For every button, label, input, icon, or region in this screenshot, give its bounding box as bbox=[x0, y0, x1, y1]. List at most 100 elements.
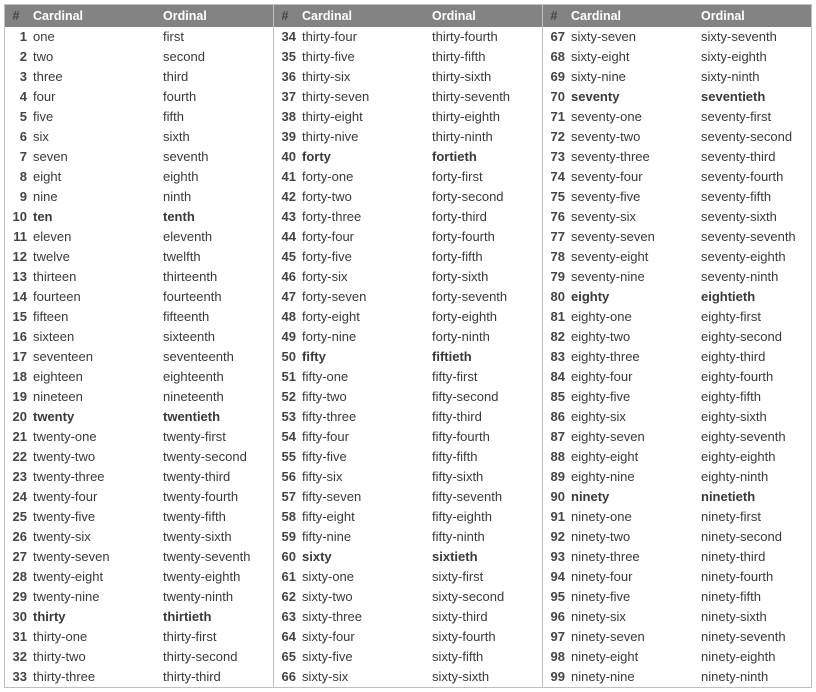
cell-ordinal: eighty-first bbox=[699, 307, 811, 326]
cell-number: 18 bbox=[5, 367, 31, 386]
cell-cardinal: four bbox=[31, 87, 161, 106]
table-row: 89eighty-nineeighty-ninth bbox=[543, 467, 811, 487]
cell-number: 36 bbox=[274, 67, 300, 86]
table-row: 48forty-eightforty-eighth bbox=[274, 307, 542, 327]
cell-cardinal: twenty-eight bbox=[31, 567, 161, 586]
cell-number: 67 bbox=[543, 27, 569, 46]
table-row: 38thirty-eightthirty-eighth bbox=[274, 107, 542, 127]
cell-ordinal: fifteenth bbox=[161, 307, 273, 326]
cell-cardinal: eighty-three bbox=[569, 347, 699, 366]
cell-ordinal: thirty-first bbox=[161, 627, 273, 646]
table-column: #CardinalOrdinal1onefirst2twosecond3thre… bbox=[5, 5, 274, 687]
cell-cardinal: seventy-nine bbox=[569, 267, 699, 286]
table-row: 18eighteeneighteenth bbox=[5, 367, 273, 387]
cell-number: 83 bbox=[543, 347, 569, 366]
cell-cardinal: twelve bbox=[31, 247, 161, 266]
table-row: 96ninety-sixninety-sixth bbox=[543, 607, 811, 627]
cell-cardinal: eighty-nine bbox=[569, 467, 699, 486]
cell-number: 24 bbox=[5, 487, 31, 506]
cell-cardinal: fourteen bbox=[31, 287, 161, 306]
table-row: 46forty-sixforty-sixth bbox=[274, 267, 542, 287]
cell-cardinal: ninety-nine bbox=[569, 667, 699, 686]
cell-number: 7 bbox=[5, 147, 31, 166]
cell-number: 32 bbox=[5, 647, 31, 666]
table-row: 45forty-fiveforty-fifth bbox=[274, 247, 542, 267]
table-row: 94ninety-fourninety-fourth bbox=[543, 567, 811, 587]
cell-ordinal: fifty-fifth bbox=[430, 447, 542, 466]
cell-number: 10 bbox=[5, 207, 31, 226]
cell-ordinal: fifty-second bbox=[430, 387, 542, 406]
table-column: #CardinalOrdinal67sixty-sevensixty-seven… bbox=[543, 5, 811, 687]
cell-number: 89 bbox=[543, 467, 569, 486]
cell-ordinal: sixty-ninth bbox=[699, 67, 811, 86]
cell-number: 85 bbox=[543, 387, 569, 406]
cell-number: 71 bbox=[543, 107, 569, 126]
cell-number: 3 bbox=[5, 67, 31, 86]
cell-ordinal: forty-first bbox=[430, 167, 542, 186]
header-num: # bbox=[5, 5, 31, 27]
cell-number: 11 bbox=[5, 227, 31, 246]
table-row: 98ninety-eightninety-eighth bbox=[543, 647, 811, 667]
cell-cardinal: fifty-two bbox=[300, 387, 430, 406]
table-row: 66sixty-sixsixty-sixth bbox=[274, 667, 542, 687]
cell-ordinal: seventy-seventh bbox=[699, 227, 811, 246]
cell-ordinal: thirty-sixth bbox=[430, 67, 542, 86]
cell-ordinal: first bbox=[161, 27, 273, 46]
cell-cardinal: thirty-five bbox=[300, 47, 430, 66]
table-row: 78seventy-eightseventy-eighth bbox=[543, 247, 811, 267]
cell-number: 69 bbox=[543, 67, 569, 86]
cell-ordinal: second bbox=[161, 47, 273, 66]
cell-cardinal: three bbox=[31, 67, 161, 86]
table-row: 60sixtysixtieth bbox=[274, 547, 542, 567]
table-row: 51fifty-onefifty-first bbox=[274, 367, 542, 387]
table-row: 19nineteennineteenth bbox=[5, 387, 273, 407]
numbers-table: #CardinalOrdinal1onefirst2twosecond3thre… bbox=[4, 4, 812, 688]
table-row: 31thirty-onethirty-first bbox=[5, 627, 273, 647]
cell-cardinal: ninety-two bbox=[569, 527, 699, 546]
table-row: 24twenty-fourtwenty-fourth bbox=[5, 487, 273, 507]
cell-cardinal: eighty bbox=[569, 287, 699, 306]
cell-ordinal: third bbox=[161, 67, 273, 86]
cell-cardinal: forty-nine bbox=[300, 327, 430, 346]
table-row: 29twenty-ninetwenty-ninth bbox=[5, 587, 273, 607]
cell-ordinal: seventieth bbox=[699, 87, 811, 106]
cell-ordinal: eighteenth bbox=[161, 367, 273, 386]
cell-ordinal: eighth bbox=[161, 167, 273, 186]
table-row: 63sixty-threesixty-third bbox=[274, 607, 542, 627]
cell-cardinal: ten bbox=[31, 207, 161, 226]
cell-number: 28 bbox=[5, 567, 31, 586]
cell-number: 94 bbox=[543, 567, 569, 586]
cell-number: 76 bbox=[543, 207, 569, 226]
cell-number: 52 bbox=[274, 387, 300, 406]
header-ordinal: Ordinal bbox=[430, 5, 542, 27]
cell-ordinal: eighty-fifth bbox=[699, 387, 811, 406]
cell-ordinal: seventeenth bbox=[161, 347, 273, 366]
table-row: 54fifty-fourfifty-fourth bbox=[274, 427, 542, 447]
cell-cardinal: thirty-four bbox=[300, 27, 430, 46]
table-row: 92ninety-twoninety-second bbox=[543, 527, 811, 547]
cell-ordinal: ninetieth bbox=[699, 487, 811, 506]
cell-number: 66 bbox=[274, 667, 300, 686]
cell-ordinal: thirty-seventh bbox=[430, 87, 542, 106]
cell-cardinal: forty-eight bbox=[300, 307, 430, 326]
cell-number: 40 bbox=[274, 147, 300, 166]
cell-cardinal: ninety-six bbox=[569, 607, 699, 626]
table-row: 84eighty-foureighty-fourth bbox=[543, 367, 811, 387]
cell-ordinal: twenty-second bbox=[161, 447, 273, 466]
cell-number: 96 bbox=[543, 607, 569, 626]
table-row: 68sixty-eightsixty-eighth bbox=[543, 47, 811, 67]
cell-number: 27 bbox=[5, 547, 31, 566]
cell-cardinal: thirty-seven bbox=[300, 87, 430, 106]
cell-ordinal: sixth bbox=[161, 127, 273, 146]
cell-number: 80 bbox=[543, 287, 569, 306]
cell-number: 6 bbox=[5, 127, 31, 146]
cell-number: 75 bbox=[543, 187, 569, 206]
cell-cardinal: seven bbox=[31, 147, 161, 166]
table-row: 85eighty-fiveeighty-fifth bbox=[543, 387, 811, 407]
cell-cardinal: two bbox=[31, 47, 161, 66]
table-row: 28twenty-eighttwenty-eighth bbox=[5, 567, 273, 587]
table-row: 95ninety-fiveninety-fifth bbox=[543, 587, 811, 607]
cell-number: 22 bbox=[5, 447, 31, 466]
cell-ordinal: tenth bbox=[161, 207, 273, 226]
table-row: 72seventy-twoseventy-second bbox=[543, 127, 811, 147]
